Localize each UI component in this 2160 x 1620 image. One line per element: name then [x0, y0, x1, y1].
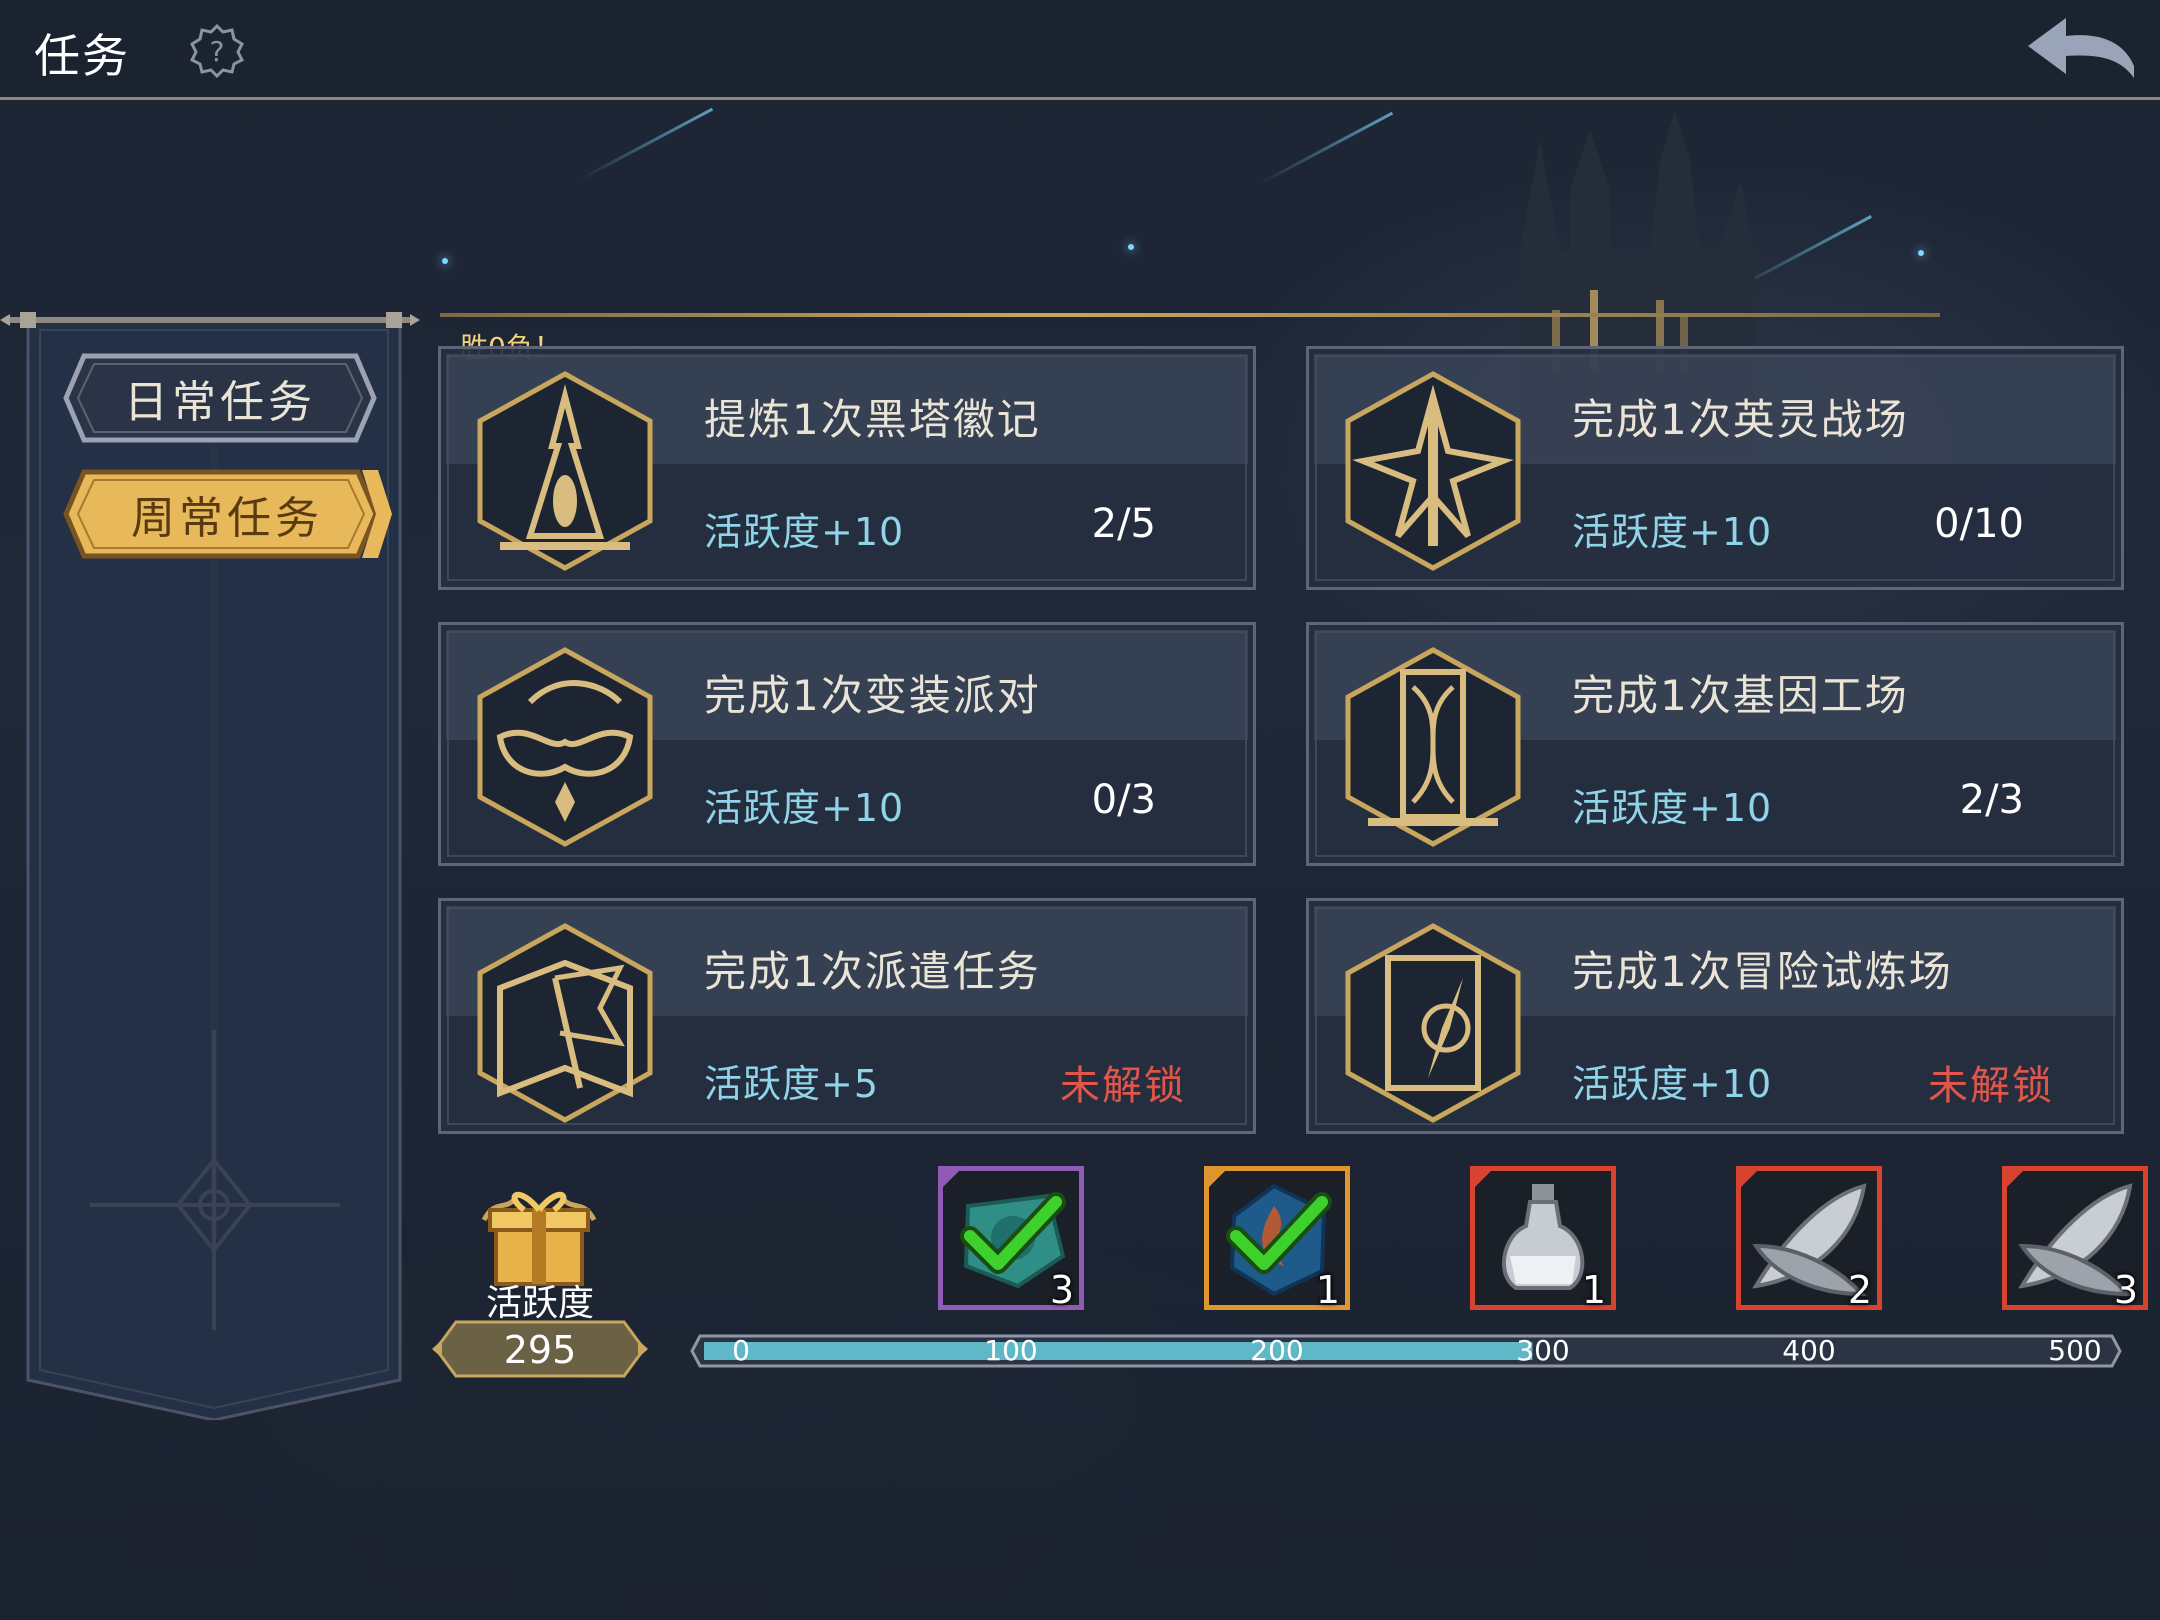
top-bar: 任务 ? — [0, 0, 2160, 100]
task-progress: 0/10 — [1934, 501, 2024, 547]
milestone-reward-100[interactable]: 3 — [938, 1166, 1084, 1312]
back-arrow-icon[interactable] — [2020, 14, 2140, 84]
dna-hourglass-emblem-icon — [1345, 647, 1521, 847]
tab-daily-label: 日常任务 — [124, 377, 316, 428]
activity-value: 295 — [503, 1328, 577, 1372]
reward-count: 1 — [1315, 1268, 1340, 1312]
task-card[interactable]: 完成1次派遣任务 活跃度+5 未解锁 — [438, 898, 1256, 1134]
task-name: 完成1次冒险试炼场 — [1572, 947, 1953, 996]
compass-scroll-emblem-icon — [1345, 923, 1521, 1123]
sparkle-star — [1918, 250, 1924, 256]
task-card[interactable]: 完成1次基因工场 活跃度+10 2/3 — [1306, 622, 2124, 866]
sparkle-star — [1128, 244, 1134, 250]
task-name: 完成1次英灵战场 — [1572, 395, 1909, 444]
milestone-reward-500[interactable]: 3 — [2002, 1166, 2148, 1312]
task-locked-status: 未解锁 — [1928, 1063, 2054, 1109]
milestone-reward-200[interactable]: 1 — [1204, 1166, 1350, 1312]
page-title: 任务 — [34, 29, 130, 83]
task-reward: 活跃度+10 — [1572, 1062, 1773, 1106]
task-locked-status: 未解锁 — [1060, 1063, 1186, 1109]
milestone-label: 300 — [1516, 1334, 1570, 1367]
reward-count: 3 — [1049, 1268, 1074, 1312]
banner-rod — [0, 312, 420, 328]
milestone-label: 0 — [732, 1334, 750, 1367]
tab-weekly-label: 周常任务 — [131, 493, 323, 544]
sword-star-emblem-icon — [1345, 371, 1521, 571]
task-card[interactable]: 完成1次英灵战场 活跃度+10 0/10 — [1306, 346, 2124, 590]
reward-count: 1 — [1581, 1268, 1606, 1312]
milestone-label: 400 — [1782, 1334, 1836, 1367]
milestone-label: 200 — [1250, 1334, 1304, 1367]
task-reward: 活跃度+10 — [1572, 786, 1773, 830]
task-reward: 活跃度+10 — [1572, 510, 1773, 554]
task-card[interactable]: 完成1次冒险试炼场 活跃度+10 未解锁 — [1306, 898, 2124, 1134]
task-reward: 活跃度+10 — [704, 786, 905, 830]
task-name: 完成1次派遣任务 — [704, 947, 1041, 996]
task-progress: 0/3 — [1091, 777, 1156, 823]
task-reward: 活跃度+5 — [704, 1062, 880, 1106]
reward-count: 3 — [2113, 1268, 2138, 1312]
svg-text:?: ? — [210, 35, 225, 68]
tower-emblem-icon — [477, 371, 653, 571]
task-card[interactable]: 提炼1次黑塔徽记 活跃度+10 2/5 — [438, 346, 1256, 590]
task-name: 完成1次基因工场 — [1572, 671, 1909, 720]
masquerade-mask-emblem-icon — [477, 647, 653, 847]
task-name: 完成1次变装派对 — [704, 671, 1041, 720]
sparkle-star — [442, 258, 448, 264]
question-gear-icon[interactable]: ? — [190, 24, 244, 78]
meteor-streak — [579, 107, 714, 181]
task-reward: 活跃度+10 — [704, 510, 905, 554]
activity-progress-bar — [690, 1334, 2122, 1368]
activity-progress-fill — [704, 1342, 1533, 1360]
meteor-streak — [1259, 111, 1394, 185]
tab-weekly-tasks[interactable]: 周常任务 — [62, 468, 392, 560]
milestone-reward-300[interactable]: 1 — [1470, 1166, 1616, 1312]
task-card[interactable]: 完成1次变装派对 活跃度+10 0/3 — [438, 622, 1256, 866]
task-progress: 2/3 — [1959, 777, 2024, 823]
task-name: 提炼1次黑塔徽记 — [704, 395, 1041, 444]
tab-daily-tasks[interactable]: 日常任务 — [62, 352, 378, 444]
strip-divider — [440, 313, 1940, 317]
flag-map-emblem-icon — [477, 923, 653, 1123]
milestone-label: 500 — [2048, 1334, 2102, 1367]
milestone-label: 100 — [984, 1334, 1038, 1367]
task-progress: 2/5 — [1091, 501, 1156, 547]
milestone-reward-400[interactable]: 2 — [1736, 1166, 1882, 1312]
reward-count: 2 — [1847, 1268, 1872, 1312]
